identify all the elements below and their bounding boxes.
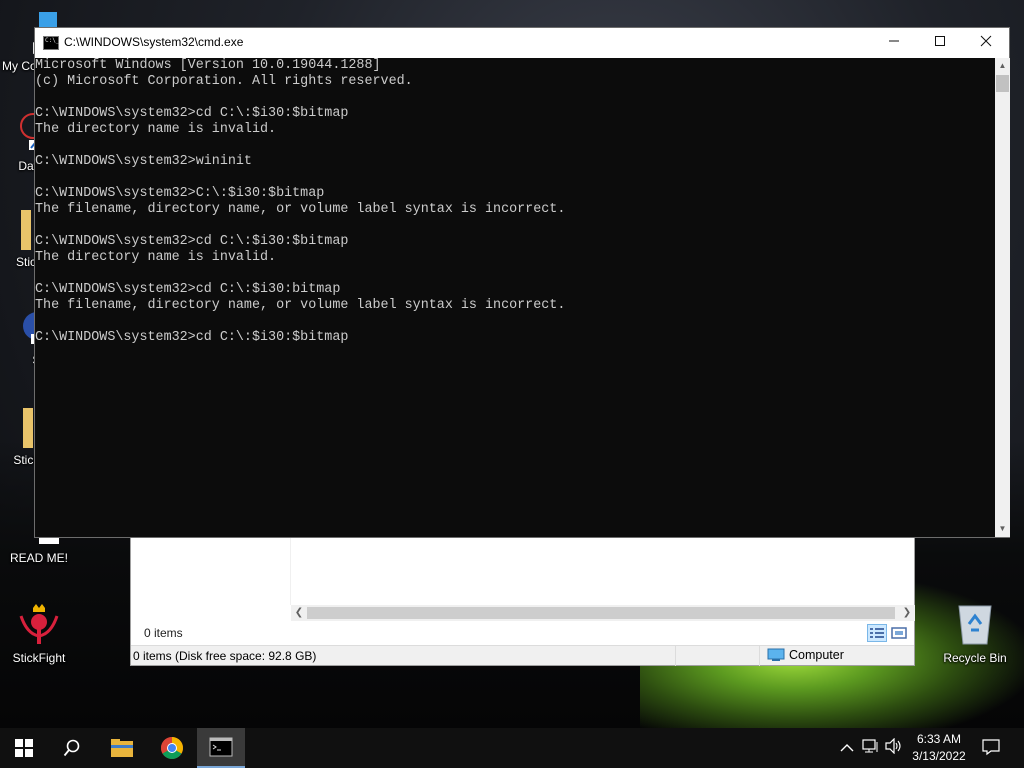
minimize-button[interactable]	[871, 28, 917, 58]
folder-icon	[111, 739, 133, 757]
scroll-left-icon[interactable]: ❮	[291, 605, 307, 621]
status-disk-space: 0 items (Disk free space: 92.8 GB)	[133, 649, 317, 663]
cmd-taskbar-button[interactable]	[197, 728, 245, 768]
desktop-icon-recycle-bin[interactable]: Recycle Bin	[938, 602, 1012, 665]
cmd-titlebar[interactable]: C:\WINDOWS\system32\cmd.exe	[35, 28, 1009, 58]
large-icons-view-icon	[891, 627, 907, 639]
computer-icon	[767, 648, 785, 661]
scroll-down-icon[interactable]: ▼	[995, 521, 1010, 537]
show-hidden-icons-chevron-up-icon[interactable]	[838, 738, 856, 758]
scrollbar-thumb[interactable]	[996, 75, 1009, 92]
volume-icon[interactable]	[885, 737, 903, 758]
status-divider	[759, 646, 760, 666]
scroll-right-icon[interactable]: ❯	[899, 605, 915, 621]
details-view-icon	[870, 628, 884, 638]
vertical-scrollbar[interactable]: ▲ ▼	[995, 58, 1010, 537]
scrollbar-thumb[interactable]	[307, 607, 895, 619]
close-button[interactable]	[963, 28, 1009, 58]
maximize-button[interactable]	[917, 28, 963, 58]
window-title: C:\WINDOWS\system32\cmd.exe	[64, 35, 244, 49]
console-line: The filename, directory name, or volume …	[35, 202, 566, 217]
items-bar: 0 items	[131, 621, 914, 645]
status-location-label: Computer	[789, 648, 844, 662]
start-button[interactable]	[0, 728, 48, 768]
file-explorer-window[interactable]: ❮ ❯ 0 items 0 items (Disk free space: 92…	[130, 536, 915, 666]
console-line: The directory name is invalid.	[35, 122, 277, 137]
console-line: The filename, directory name, or volume …	[35, 298, 566, 313]
maximize-icon	[935, 36, 945, 46]
scroll-up-icon[interactable]: ▲	[995, 58, 1010, 74]
console-line: (c) Microsoft Corporation. All rights re…	[35, 74, 413, 89]
status-location: Computer	[767, 648, 844, 662]
console-line: C:\WINDOWS\system32>cd C:\:$i30:$bitmap	[35, 330, 349, 345]
console-line: C:\WINDOWS\system32>wininit	[35, 154, 252, 169]
large-icons-view-button[interactable]	[889, 624, 909, 642]
console-output[interactable]: Microsoft Windows [Version 10.0.19044.12…	[35, 58, 995, 537]
status-divider	[675, 646, 676, 666]
search-icon	[63, 739, 80, 757]
horizontal-scrollbar[interactable]: ❮ ❯	[291, 605, 915, 621]
folder-icon	[23, 408, 33, 448]
status-bar: 0 items (Disk free space: 92.8 GB) Compu…	[131, 645, 914, 666]
app-shortcut-icon	[20, 113, 35, 150]
command-prompt-icon	[209, 737, 233, 757]
close-icon	[980, 35, 992, 47]
cmd-window[interactable]: C:\WINDOWS\system32\cmd.exe Microsoft Wi…	[34, 27, 1010, 538]
console-line: C:\WINDOWS\system32>cd C:\:$i30:$bitmap	[35, 106, 349, 121]
action-center-notification-icon[interactable]	[982, 738, 1000, 758]
navigation-pane[interactable]	[131, 537, 291, 605]
stickfight-game-icon	[19, 604, 59, 644]
minimize-icon	[889, 40, 899, 42]
console-line: C:\WINDOWS\system32>cd C:\:$i30:bitmap	[35, 282, 341, 297]
file-explorer-button[interactable]	[98, 728, 146, 768]
app-shortcut-icon	[23, 312, 37, 344]
console-line: C:\WINDOWS\system32>C:\:$i30:$bitmap	[35, 186, 325, 201]
chrome-icon	[161, 737, 183, 759]
console-line: Microsoft Windows [Version 10.0.19044.12…	[35, 58, 381, 73]
console-line: C:\WINDOWS\system32>cd C:\:$i30:$bitmap	[35, 234, 349, 249]
taskbar: 6:33 AM 3/13/2022	[0, 728, 1024, 768]
item-count: 0 items	[144, 626, 183, 640]
network-icon[interactable]	[862, 738, 880, 758]
console-line: The directory name is invalid.	[35, 250, 277, 265]
windows-logo-icon	[15, 739, 33, 757]
folder-icon	[21, 210, 31, 250]
command-prompt-icon[interactable]	[43, 36, 59, 50]
search-button[interactable]	[48, 728, 96, 768]
details-view-button[interactable]	[867, 624, 887, 642]
taskbar-clock[interactable]: 6:33 AM 3/13/2022	[906, 731, 972, 765]
clock-date: 3/13/2022	[912, 749, 966, 763]
chrome-button[interactable]	[148, 728, 196, 768]
recycle-bin-icon	[958, 605, 992, 645]
clock-time: 6:33 AM	[916, 732, 962, 746]
desktop-icon-stickfight[interactable]: StickFight	[2, 602, 76, 665]
